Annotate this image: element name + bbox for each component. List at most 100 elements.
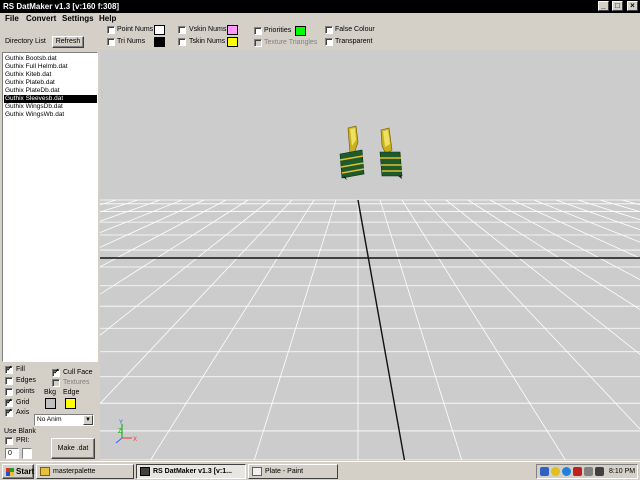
task-button-paint[interactable]: Plate - Paint [248, 464, 338, 479]
points-label: points [16, 388, 35, 395]
maximize-icon: □ [615, 1, 620, 10]
menu-convert[interactable]: Convert [26, 14, 56, 23]
fill-label: Fill [16, 366, 25, 373]
start-label: Start [16, 467, 35, 476]
floor-grid [100, 199, 640, 460]
anim-select-value: No Anim [37, 416, 62, 423]
tri-nums-label: Tri Nums [117, 38, 146, 45]
axis-gizmo: Y X Z [115, 420, 137, 444]
point-nums-color-swatch[interactable] [154, 25, 165, 35]
cull-face-checkbox[interactable] [52, 367, 60, 377]
file-list-item[interactable]: Guthix Plateb.dat [4, 79, 97, 87]
pri-checkbox[interactable] [5, 437, 13, 445]
chevron-down-icon[interactable]: ▼ [83, 415, 93, 425]
texture-triangles-label: Texture Triangles [264, 39, 318, 46]
maximize-button[interactable]: □ [612, 1, 623, 11]
tskin-nums-checkbox[interactable] [178, 38, 186, 46]
vskin-nums-checkbox[interactable] [178, 26, 186, 34]
false-colour-label: False Colour [335, 26, 375, 33]
use-blank-label: Use Blank [4, 428, 36, 435]
messenger-icon[interactable] [562, 467, 571, 476]
start-button[interactable]: Start [2, 464, 34, 479]
title-bar: RS DatMaker v1.3 [v:160 f:308] _ □ × [0, 0, 640, 13]
close-icon: × [630, 1, 635, 10]
directory-list-label: Directory List [5, 38, 46, 45]
shield-icon[interactable] [551, 467, 560, 476]
model-viewport[interactable]: Y X Z [100, 50, 640, 460]
cull-face-label: Cull Face [63, 369, 93, 376]
menu-help[interactable]: Help [99, 14, 116, 23]
make-dat-button[interactable]: Make .dat [51, 438, 95, 459]
transparent-checkbox[interactable] [325, 38, 333, 46]
file-list[interactable]: Guthix Bootsb.dat Guthix Full Helmb.dat … [2, 52, 98, 362]
system-tray: 8:10 PM [536, 464, 638, 479]
file-list-item[interactable]: Guthix Sleevesb.dat [4, 95, 97, 103]
axis-checkbox[interactable] [5, 407, 13, 417]
pri-extra-field[interactable] [22, 448, 32, 459]
priorities-color-swatch[interactable] [295, 26, 306, 36]
pri-value-field[interactable]: 0 [5, 448, 19, 459]
axis-label-z: Z [118, 429, 122, 435]
vskin-nums-label: Vskin Nums [189, 26, 227, 33]
texture-triangles-checkbox[interactable] [254, 39, 262, 47]
viewport-canvas[interactable]: Y X Z [100, 50, 640, 460]
edges-label: Edges [16, 377, 36, 384]
pri-label: PRI: [16, 437, 30, 444]
minimize-button[interactable]: _ [598, 1, 609, 11]
menu-file[interactable]: File [5, 14, 19, 23]
file-list-item[interactable]: Guthix Full Helmb.dat [4, 63, 97, 71]
grid-label: Grid [16, 399, 30, 406]
app-icon [140, 467, 150, 476]
close-button[interactable]: × [627, 1, 638, 11]
bkg-color-swatch[interactable] [45, 398, 56, 409]
tskin-nums-label: Tskin Nums [189, 38, 226, 45]
axis-label-x: X [133, 437, 137, 443]
file-list-item[interactable]: Guthix PlateDb.dat [4, 87, 97, 95]
network-icon[interactable] [540, 467, 549, 476]
grid-checkbox[interactable] [5, 397, 13, 407]
tskin-nums-color-swatch[interactable] [227, 37, 238, 47]
edge-color-label: Edge [63, 389, 80, 396]
antivirus-icon[interactable] [573, 467, 582, 476]
bkg-color-label: Bkg [44, 389, 57, 396]
fill-checkbox[interactable] [5, 364, 13, 374]
volume-icon[interactable] [595, 467, 604, 476]
point-nums-label: Point Nums [117, 26, 154, 33]
file-list-item[interactable]: Guthix Kiteb.dat [4, 71, 97, 79]
clock[interactable]: 8:10 PM [609, 468, 635, 475]
menu-settings[interactable]: Settings [62, 14, 94, 23]
windows-logo-icon [6, 468, 14, 476]
transparent-label: Transparent [335, 38, 373, 45]
tri-nums-color-swatch[interactable] [154, 37, 165, 47]
window-title: RS DatMaker v1.3 [v:160 f:308] [3, 2, 120, 11]
anim-select[interactable]: No Anim ▼ [34, 414, 94, 426]
priorities-checkbox[interactable] [254, 27, 262, 35]
tri-nums-checkbox[interactable] [107, 38, 115, 46]
edge-color-swatch[interactable] [65, 398, 76, 409]
false-colour-checkbox[interactable] [325, 26, 333, 34]
task-label: Plate - Paint [265, 468, 304, 475]
axis-label-y: Y [119, 420, 123, 426]
task-button-masterpalette[interactable]: masterpalette [36, 464, 134, 479]
refresh-button[interactable]: Refresh [52, 36, 84, 48]
file-list-item[interactable]: Guthix WingsDb.dat [4, 103, 97, 111]
task-label: RS DatMaker v1.3 [v:1... [153, 468, 232, 475]
point-nums-checkbox[interactable] [107, 26, 115, 34]
edges-checkbox[interactable] [5, 377, 13, 385]
vskin-nums-color-swatch[interactable] [227, 25, 238, 35]
paint-icon [252, 467, 262, 476]
textures-label: Textures [63, 379, 90, 386]
task-label: masterpalette [53, 468, 96, 475]
menu-bar: File Convert Settings Help [0, 13, 640, 25]
sleeve-model [339, 125, 403, 180]
file-list-item[interactable]: Guthix WingsWb.dat [4, 111, 97, 119]
datmaker-window: RS DatMaker v1.3 [v:160 f:308] _ □ × Fil… [0, 0, 640, 480]
right-sleeve [379, 127, 403, 179]
file-list-item[interactable]: Guthix Bootsb.dat [4, 55, 97, 63]
task-button-datmaker[interactable]: RS DatMaker v1.3 [v:1... [136, 464, 246, 479]
points-checkbox[interactable] [5, 388, 13, 396]
folder-icon [40, 467, 50, 476]
textures-checkbox[interactable] [52, 379, 60, 387]
printer-icon[interactable] [584, 467, 593, 476]
minimize-icon: _ [601, 1, 606, 10]
